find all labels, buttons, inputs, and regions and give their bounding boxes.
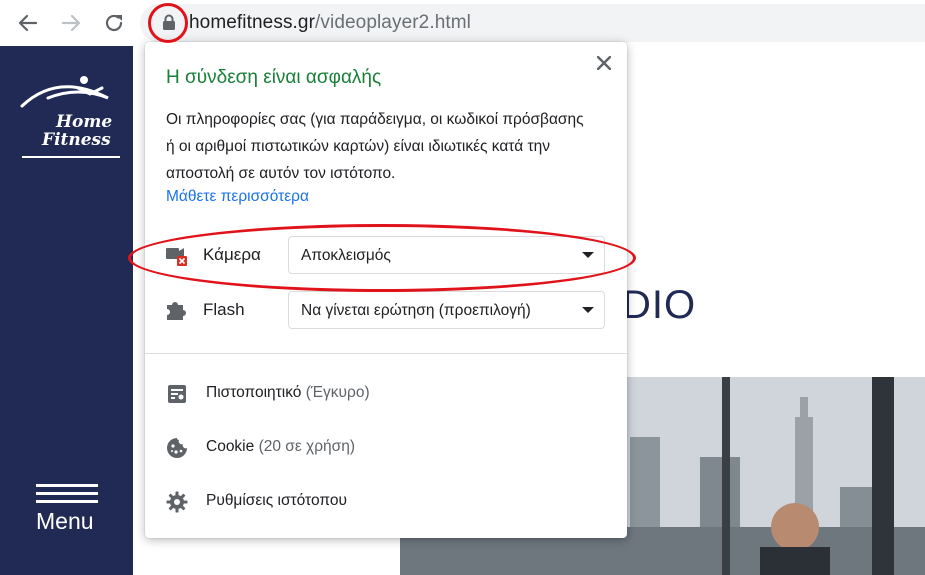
- reload-icon: [105, 14, 123, 32]
- site-sidebar: Home Fitness Menu: [0, 46, 133, 575]
- logo-underline: [22, 156, 120, 158]
- certificate-icon: [166, 383, 188, 405]
- browser-toolbar: homefitness.gr/videoplayer2.html: [0, 0, 925, 46]
- cookie-row[interactable]: Cookie (20 σε χρήση): [145, 430, 627, 464]
- certificate-row[interactable]: Πιστοποιητικό (Έγκυρο): [145, 376, 627, 410]
- learn-more-link[interactable]: Μάθετε περισσότερα: [166, 188, 309, 206]
- popup-title: Η σύνδεση είναι ασφαλής: [166, 67, 382, 88]
- close-button[interactable]: [594, 53, 614, 73]
- gear-icon: [166, 491, 188, 513]
- dropdown-arrow-icon: [582, 252, 594, 258]
- popup-divider: [145, 353, 627, 354]
- camera-permission-select[interactable]: Αποκλεισμός: [288, 236, 605, 274]
- logo-line2: Fitness: [42, 130, 111, 150]
- url-text[interactable]: homefitness.gr/videoplayer2.html: [189, 12, 471, 34]
- cookie-icon: [166, 437, 188, 459]
- permission-row-flash: Flash Να γίνεται ερώτηση (προεπιλογή): [145, 289, 627, 331]
- site-info-button[interactable]: [152, 5, 186, 39]
- site-settings-label: Ρυθμίσεις ιστότοπου: [206, 492, 347, 510]
- menu-label[interactable]: Menu: [36, 508, 94, 535]
- flash-permission-select[interactable]: Να γίνεται ερώτηση (προεπιλογή): [288, 291, 605, 329]
- certificate-label-text: Πιστοποιητικό: [206, 384, 302, 401]
- camera-permission-value: Αποκλεισμός: [301, 247, 391, 264]
- certificate-label: Πιστοποιητικό (Έγκυρο): [206, 384, 370, 402]
- reload-button[interactable]: [101, 10, 127, 36]
- cookie-label-text: Cookie: [206, 438, 255, 455]
- hamburger-menu-icon[interactable]: [36, 484, 98, 506]
- page-heading-fragment: DIO: [622, 283, 697, 327]
- flash-permission-value: Να γίνεται ερώτηση (προεπιλογή): [301, 302, 531, 319]
- site-settings-label-text: Ρυθμίσεις ιστότοπου: [206, 492, 347, 509]
- logo-line1: Home: [56, 112, 113, 132]
- url-host: homefitness.gr: [189, 12, 316, 33]
- url-path: /videoplayer2.html: [315, 12, 472, 33]
- popup-description: Οι πληροφορίες σας (για παράδειγμα, οι κ…: [166, 111, 584, 182]
- permission-row-camera: Κάμερα Αποκλεισμός: [145, 234, 627, 276]
- camera-blocked-icon: [165, 244, 189, 266]
- forward-button[interactable]: [58, 10, 84, 36]
- certificate-status: (Έγκυρο): [305, 384, 370, 401]
- back-button[interactable]: [15, 10, 41, 36]
- home-fitness-logo[interactable]: Home Fitness: [18, 68, 128, 158]
- flash-permission-label: Flash: [203, 300, 245, 319]
- cookie-count: (20 σε χρήση): [258, 438, 355, 455]
- puzzle-icon: [165, 299, 189, 321]
- lock-icon: [163, 14, 175, 30]
- camera-permission-label: Κάμερα: [203, 245, 261, 264]
- forward-arrow-icon: [61, 14, 81, 32]
- cookie-label: Cookie (20 σε χρήση): [206, 438, 355, 456]
- dropdown-arrow-icon: [582, 307, 594, 313]
- close-icon: [597, 56, 611, 70]
- screenshot-root: homefitness.gr/videoplayer2.html Home Fi…: [0, 0, 925, 575]
- site-info-popup: Η σύνδεση είναι ασφαλής Οι πληροφορίες σ…: [145, 42, 627, 538]
- site-settings-row[interactable]: Ρυθμίσεις ιστότοπου: [145, 484, 627, 518]
- back-arrow-icon: [18, 14, 38, 32]
